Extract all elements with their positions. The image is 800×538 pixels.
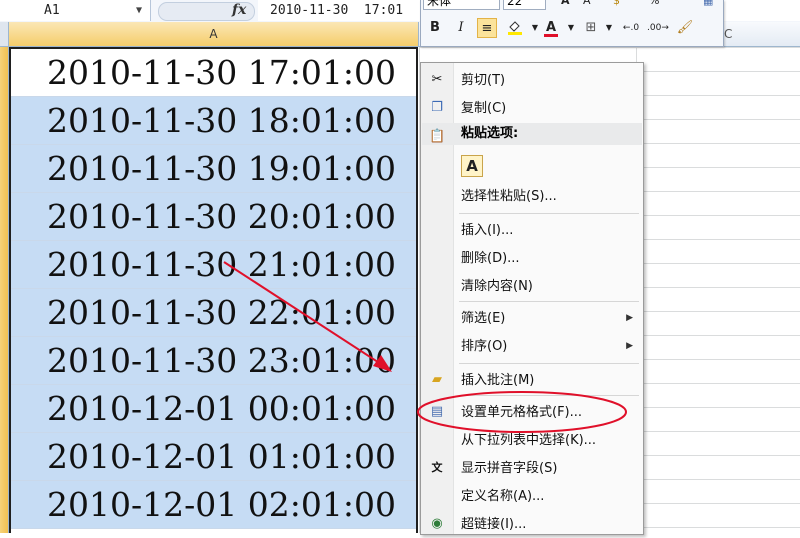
insert-function-icon[interactable]: fx bbox=[232, 0, 246, 20]
cell-a10[interactable]: 2010-12-01 02:01:00 bbox=[11, 481, 416, 529]
paste-options-header: 📋 粘贴选项: bbox=[422, 123, 642, 145]
menu-separator bbox=[459, 395, 639, 396]
menu-label: 插入(I)... bbox=[461, 223, 514, 238]
menu-item-copy[interactable]: ❐ 复制(C) bbox=[421, 95, 643, 122]
format-cells-icon: ▤ bbox=[430, 404, 444, 419]
cell-a8[interactable]: 2010-12-01 00:01:00 bbox=[11, 385, 416, 433]
menu-label: 插入批注(M) bbox=[461, 373, 535, 388]
column-a-cells: 2010-11-30 17:01:00 2010-11-30 18:01:00 … bbox=[9, 47, 418, 533]
font-name-box[interactable]: 宋体 bbox=[423, 0, 500, 10]
table-format-icon[interactable]: ▦ bbox=[703, 0, 713, 7]
mini-toolbar: 宋体 22 A˄ A˅ $ % ▦ B I ≡ ▼ A ▼ ⊞ ▼ ←.0 .0… bbox=[420, 0, 724, 47]
increase-decimal-icon: ←.0 bbox=[622, 23, 640, 33]
submenu-arrow-icon: ▶ bbox=[626, 313, 633, 323]
menu-label: 删除(D)... bbox=[461, 251, 520, 266]
menu-item-cut[interactable]: ✂ 剪切(T) bbox=[421, 67, 643, 94]
name-box[interactable]: A1 ▼ bbox=[0, 0, 151, 21]
chevron-down-icon[interactable]: ▼ bbox=[561, 18, 581, 38]
menu-label: 超链接(I)... bbox=[461, 517, 527, 532]
menu-item-show-phonetic[interactable]: 文 显示拼音字段(S) bbox=[421, 455, 643, 482]
menu-label: 清除内容(N) bbox=[461, 279, 533, 294]
font-color-button[interactable]: A bbox=[541, 18, 561, 38]
menu-label: 排序(O) bbox=[461, 339, 508, 354]
menu-label: 显示拼音字段(S) bbox=[461, 461, 558, 476]
hyperlink-globe-icon: ◉ bbox=[431, 516, 443, 531]
menu-label: 剪切(T) bbox=[461, 73, 506, 88]
increase-decimal-button[interactable]: ←.0 bbox=[621, 18, 641, 38]
menu-label: 设置单元格格式(F)... bbox=[461, 405, 583, 420]
menu-label: 复制(C) bbox=[461, 101, 507, 116]
chevron-down-icon[interactable]: ▼ bbox=[599, 18, 619, 38]
menu-item-filter[interactable]: 筛选(E) ▶ bbox=[421, 305, 643, 332]
percent-icon[interactable]: % bbox=[649, 0, 659, 7]
borders-button[interactable]: ⊞ bbox=[581, 18, 601, 38]
cell-a5[interactable]: 2010-11-30 21:01:00 bbox=[11, 241, 416, 289]
font-size-box[interactable]: 22 bbox=[503, 0, 546, 10]
grow-font-icon[interactable]: A˄ bbox=[561, 0, 575, 7]
fill-color-button[interactable] bbox=[505, 18, 525, 38]
decrease-decimal-icon: .00→ bbox=[647, 23, 669, 33]
menu-item-delete[interactable]: 删除(D)... bbox=[421, 245, 643, 272]
row-headers[interactable] bbox=[0, 47, 9, 533]
phonetic-icon: 文 bbox=[431, 461, 443, 474]
cell-a9[interactable]: 2010-12-01 01:01:00 bbox=[11, 433, 416, 481]
shrink-font-icon[interactable]: A˅ bbox=[583, 0, 596, 7]
submenu-arrow-icon: ▶ bbox=[626, 341, 633, 351]
format-painter-button[interactable]: 🖌 bbox=[675, 18, 695, 38]
menu-separator bbox=[459, 301, 639, 302]
currency-icon[interactable]: $ bbox=[613, 0, 620, 7]
menu-item-insert[interactable]: 插入(I)... bbox=[421, 217, 643, 244]
cell-a1[interactable]: 2010-11-30 17:01:00 bbox=[11, 49, 416, 97]
menu-item-hyperlink[interactable]: ◉ 超链接(I)... bbox=[421, 511, 643, 538]
decrease-decimal-button[interactable]: .00→ bbox=[647, 18, 669, 38]
paste-keep-formatting-icon[interactable]: A bbox=[461, 155, 483, 177]
column-header-a[interactable]: A bbox=[9, 22, 419, 46]
menu-item-insert-comment[interactable]: ▰ 插入批注(M) bbox=[421, 367, 643, 394]
menu-separator bbox=[459, 363, 639, 364]
fill-bucket-icon bbox=[508, 21, 522, 35]
menu-label: 从下拉列表中选择(K)... bbox=[461, 433, 597, 448]
copy-icon: ❐ bbox=[431, 100, 443, 115]
menu-item-sort[interactable]: 排序(O) ▶ bbox=[421, 333, 643, 360]
format-painter-icon: 🖌 bbox=[676, 20, 694, 35]
menu-item-define-name[interactable]: 定义名称(A)... bbox=[421, 483, 643, 510]
cell-a3[interactable]: 2010-11-30 19:01:00 bbox=[11, 145, 416, 193]
scissors-icon: ✂ bbox=[431, 72, 443, 87]
comment-icon: ▰ bbox=[432, 372, 442, 387]
font-color-label: A bbox=[545, 20, 557, 35]
menu-label: 筛选(E) bbox=[461, 311, 506, 326]
menu-item-clear-contents[interactable]: 清除内容(N) bbox=[421, 273, 643, 300]
clipboard-icon: 📋 bbox=[429, 129, 446, 144]
context-menu: ✂ 剪切(T) ❐ 复制(C) 📋 粘贴选项: A 选择性粘贴(S)... 插入… bbox=[420, 62, 644, 535]
menu-label: 选择性粘贴(S)... bbox=[461, 189, 557, 204]
chevron-down-icon[interactable]: ▼ bbox=[136, 0, 142, 21]
align-center-icon: ≡ bbox=[481, 21, 493, 36]
menu-item-paste-special[interactable]: 选择性粘贴(S)... bbox=[421, 183, 643, 210]
select-all-corner[interactable] bbox=[0, 22, 9, 46]
bold-button[interactable]: B bbox=[425, 18, 445, 38]
cell-a6[interactable]: 2010-11-30 22:01:00 bbox=[11, 289, 416, 337]
cell-a7[interactable]: 2010-11-30 23:01:00 bbox=[11, 337, 416, 385]
menu-item-format-cells[interactable]: ▤ 设置单元格格式(F)... bbox=[421, 399, 643, 426]
menu-header-label: 粘贴选项: bbox=[461, 126, 519, 141]
name-box-value: A1 bbox=[44, 3, 60, 18]
center-align-button[interactable]: ≡ bbox=[477, 18, 497, 38]
font-color-swatch bbox=[544, 34, 558, 37]
cell-a2[interactable]: 2010-11-30 18:01:00 bbox=[11, 97, 416, 145]
italic-button[interactable]: I bbox=[451, 18, 471, 38]
menu-separator bbox=[459, 213, 639, 214]
menu-label: 定义名称(A)... bbox=[461, 489, 545, 504]
borders-icon: ⊞ bbox=[585, 20, 597, 35]
cell-a4[interactable]: 2010-11-30 20:01:00 bbox=[11, 193, 416, 241]
menu-item-pick-from-list[interactable]: 从下拉列表中选择(K)... bbox=[421, 427, 643, 454]
